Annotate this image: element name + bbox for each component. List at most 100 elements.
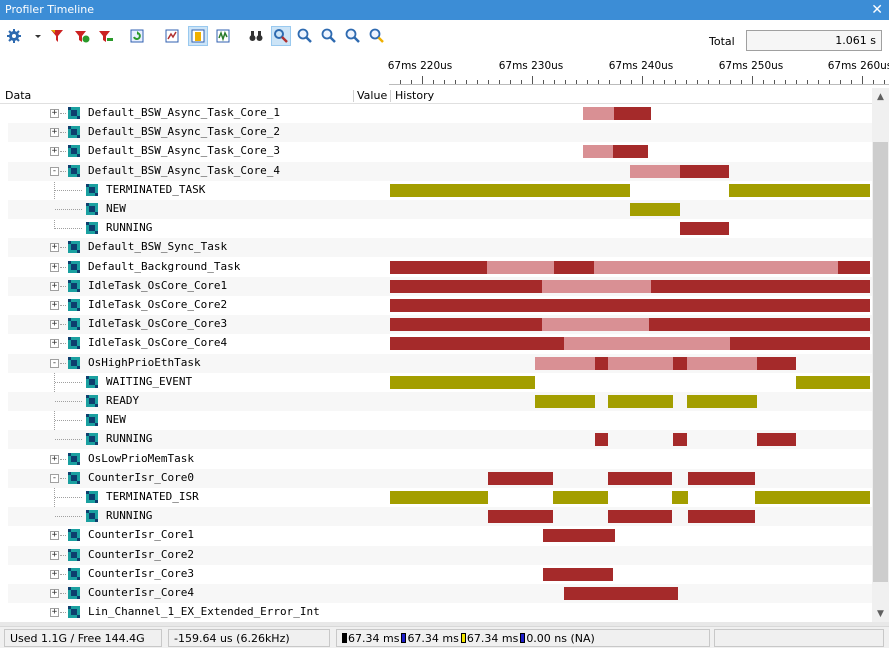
timeline-bar-ready[interactable] [583, 107, 614, 120]
timeline-bar-running[interactable] [595, 433, 608, 447]
timeline-bar-ready[interactable] [608, 356, 673, 370]
tree-row[interactable]: READY [8, 392, 872, 411]
tree-row[interactable]: + IdleTask_OsCore_Core2 [8, 296, 872, 315]
timeline-bar-ready[interactable] [535, 356, 595, 370]
expand-icon[interactable]: + [50, 147, 59, 157]
timeline-bar-ready[interactable] [487, 260, 554, 274]
tree-row[interactable]: + Default_BSW_Async_Task_Core_3 [8, 142, 872, 161]
timeline-bar-running[interactable] [614, 107, 651, 120]
gear-icon[interactable] [4, 26, 24, 46]
timeline-bar-running[interactable] [488, 471, 553, 485]
filter-add-icon[interactable] [72, 26, 92, 46]
timeline-bar-ready[interactable] [542, 318, 649, 332]
scroll-up-icon[interactable]: ▲ [872, 88, 889, 105]
scroll-thumb[interactable] [873, 142, 888, 582]
timeline-bar-running[interactable] [390, 299, 870, 312]
tree-row[interactable]: + CounterIsr_Core3 [8, 565, 872, 584]
column-header-data[interactable]: Data [5, 89, 31, 102]
close-icon[interactable]: ✕ [871, 1, 883, 19]
timeline-bar-running[interactable] [390, 279, 542, 293]
filter-icon[interactable] [47, 26, 67, 46]
binoculars-icon[interactable] [246, 26, 266, 46]
timeline-bar-waiting[interactable] [390, 375, 535, 389]
timeline-bar-running[interactable] [613, 145, 648, 159]
timeline-bar-running[interactable] [543, 567, 613, 581]
timeline-bar-running[interactable] [688, 471, 755, 485]
timeline-bar-running[interactable] [649, 318, 870, 332]
timeline-bar-ready[interactable] [542, 279, 651, 293]
timeline-bar-waiting[interactable] [796, 375, 870, 389]
column-header-history[interactable]: History [395, 89, 434, 102]
collapse-icon[interactable]: - [50, 473, 59, 483]
zoom-fit-icon[interactable] [343, 26, 363, 46]
timeline-bar-running[interactable] [680, 222, 729, 236]
tree-row[interactable]: RUNNING [8, 507, 872, 527]
timeline-bar-ready[interactable] [583, 145, 613, 159]
column-header-value[interactable]: Value [357, 89, 387, 102]
timeline-bar-ready[interactable] [594, 260, 838, 274]
timeline-bar-running[interactable] [673, 433, 687, 447]
tree-row[interactable]: + CounterIsr_Core4 [8, 584, 872, 603]
expand-icon[interactable]: + [50, 608, 59, 618]
timeline-bar-ready[interactable] [564, 337, 730, 351]
expand-icon[interactable]: + [50, 301, 59, 310]
timeline-bar-running[interactable] [554, 260, 594, 274]
scroll-down-icon[interactable]: ▼ [872, 605, 889, 622]
tree-row[interactable]: + Default_BSW_Async_Task_Core_2 [8, 123, 872, 143]
tree-row[interactable]: NEW [8, 411, 872, 430]
tree-row[interactable]: TERMINATED_ISR [8, 488, 872, 507]
tree-row[interactable]: + Default_BSW_Async_Task_Core_1 [8, 104, 872, 123]
tree-row[interactable]: + IdleTask_OsCore_Core1 [8, 276, 872, 296]
filter-remove-icon[interactable] [96, 26, 116, 46]
expand-icon[interactable]: + [50, 454, 59, 464]
timeline-bar-running[interactable] [651, 279, 870, 293]
expand-icon[interactable]: + [50, 569, 59, 579]
timeline-bar-waiting[interactable] [535, 395, 595, 408]
tree-row[interactable]: NEW [8, 200, 872, 219]
timeline-bar-running[interactable] [608, 471, 672, 485]
find-next-icon[interactable] [271, 26, 291, 46]
signal-icon[interactable] [162, 26, 182, 46]
timeline-bar-waiting[interactable] [630, 203, 680, 216]
timeline-bar-waiting[interactable] [390, 183, 630, 197]
tree-row[interactable]: + CounterIsr_Core2 [8, 545, 872, 565]
expand-icon[interactable]: + [50, 128, 59, 138]
timeline-bar-running[interactable] [730, 337, 870, 351]
expand-icon[interactable]: + [50, 109, 59, 118]
expand-icon[interactable]: + [50, 320, 59, 330]
timeline-bar-running[interactable] [390, 260, 487, 274]
tree-row[interactable]: + Default_BSW_Sync_Task [8, 238, 872, 258]
tree-row[interactable]: - CounterIsr_Core0 [8, 468, 872, 488]
highlight-icon[interactable] [188, 26, 208, 46]
expand-icon[interactable]: + [50, 531, 59, 541]
timeline-bar-running[interactable] [564, 587, 678, 600]
timeline-bar-running[interactable] [838, 260, 870, 274]
timeline-bar-running[interactable] [680, 164, 729, 178]
timeline-bar-running[interactable] [688, 510, 755, 524]
tree-row[interactable]: + Default_Background_Task [8, 258, 872, 277]
tree-row[interactable]: - Default_BSW_Async_Task_Core_4 [8, 161, 872, 181]
tree-row[interactable]: + Lin_Channel_1_EX_Extended_Error_Int [8, 603, 872, 622]
tree-row[interactable]: WAITING_EVENT [8, 373, 872, 392]
tree-row[interactable]: + IdleTask_OsCore_Core3 [8, 315, 872, 335]
tree-row[interactable]: TERMINATED_TASK [8, 181, 872, 200]
waveform-icon[interactable] [213, 26, 233, 46]
timeline-bar-waiting[interactable] [608, 395, 673, 408]
timeline-bar-running[interactable] [543, 529, 615, 543]
timeline-bar-waiting[interactable] [755, 491, 870, 504]
timeline-bar-ready[interactable] [687, 356, 757, 370]
timeline-bar-waiting[interactable] [390, 491, 488, 504]
tree-row[interactable]: - OsHighPrioEthTask [8, 353, 872, 373]
timeline-bar-waiting[interactable] [687, 395, 757, 408]
expand-icon[interactable]: + [50, 589, 59, 598]
zoom-in-icon[interactable] [295, 26, 315, 46]
timeline-bar-running[interactable] [757, 433, 796, 447]
tree-row[interactable]: + OsLowPrioMemTask [8, 450, 872, 469]
zoom-reset-icon[interactable] [367, 26, 387, 46]
timeline-bar-running[interactable] [673, 356, 687, 370]
timeline-bar-ready[interactable] [630, 164, 680, 178]
timeline-bar-running[interactable] [595, 356, 608, 370]
timeline-bar-waiting[interactable] [553, 491, 608, 504]
vertical-scrollbar[interactable]: ▲ ▼ [872, 88, 889, 622]
timeline-bar-running[interactable] [390, 318, 542, 332]
